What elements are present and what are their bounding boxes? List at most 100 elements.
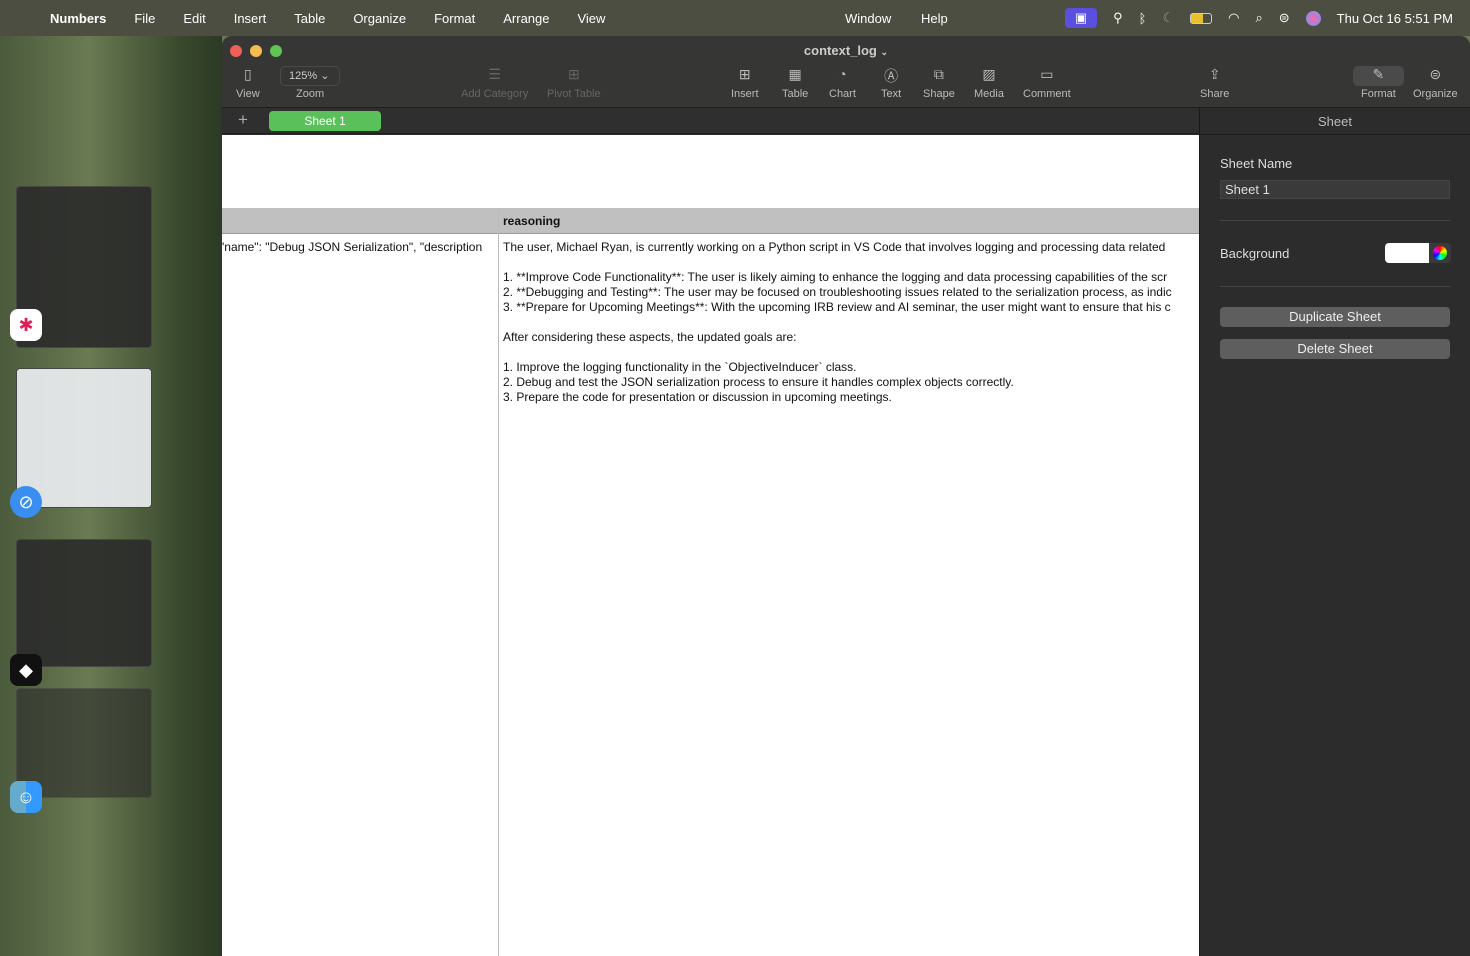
organize-button[interactable]: ⊜ Organize [1413, 66, 1458, 100]
insert-label: Insert [731, 88, 759, 100]
reasoning-line: 1. Improve the logging functionality in … [503, 360, 857, 374]
reasoning-line: 2. Debug and test the JSON serialization… [503, 375, 1014, 389]
media-label: Media [974, 88, 1004, 100]
add-category-button[interactable]: ☰ Add Category [461, 66, 528, 100]
title-text: context_log [803, 43, 877, 58]
header-reasoning[interactable]: reasoning [503, 214, 560, 228]
format-button[interactable]: ✎ Format [1353, 66, 1404, 100]
sidebar-icon: ▯ [243, 66, 252, 82]
reasoning-line: 2. **Debugging and Testing**: The user m… [503, 285, 1172, 299]
organize-icon: ⊜ [1429, 66, 1442, 82]
list-icon: ☰ [488, 66, 501, 82]
reasoning-line: 3. **Prepare for Upcoming Meetings**: Wi… [503, 300, 1171, 314]
insert-icon: ⊞ [738, 66, 751, 82]
app-icon[interactable]: ◆ [10, 654, 42, 686]
sheet-tabs-bar: + Sheet 1 [222, 108, 1199, 134]
search-icon[interactable]: ⌕ [1255, 10, 1262, 26]
zoom-label: Zoom [296, 88, 324, 100]
control-center-icon[interactable]: ⊜ [1279, 10, 1290, 26]
table-icon: ▦ [788, 66, 802, 82]
add-category-label: Add Category [461, 88, 529, 100]
menu-window[interactable]: Window [831, 11, 905, 26]
zoom-select[interactable]: 125% ⌄ [280, 66, 340, 86]
menu-insert[interactable]: Insert [220, 11, 281, 26]
panel-title[interactable]: Sheet [1200, 108, 1470, 135]
background-label: Background [1220, 246, 1290, 261]
menu-arrange[interactable]: Arrange [489, 11, 563, 26]
screen-share-icon[interactable]: ▣ [1064, 8, 1098, 28]
format-label: Format [1361, 88, 1396, 100]
reasoning-line: After considering these aspects, the upd… [503, 330, 797, 344]
menu-view[interactable]: View [563, 11, 619, 26]
divider [1220, 220, 1450, 221]
slack-icon[interactable]: ✱ [10, 309, 42, 341]
shape-button[interactable]: ⧉ Shape [923, 66, 955, 100]
divider [1220, 286, 1450, 287]
delete-sheet-button[interactable]: Delete Sheet [1220, 339, 1450, 359]
add-sheet-button[interactable]: + [238, 110, 248, 130]
table-header-row: reasoning [222, 208, 1199, 234]
share-icon: ⇪ [1208, 66, 1221, 82]
wifi-icon[interactable]: ◠ [1228, 10, 1239, 26]
organize-label: Organize [1413, 88, 1458, 100]
column-divider [498, 208, 499, 956]
battery-icon[interactable] [1190, 12, 1213, 24]
sheet-canvas[interactable]: reasoning 'name": "Debug JSON Serializat… [222, 135, 1199, 956]
menu-organize[interactable]: Organize [339, 11, 420, 26]
color-wheel-icon[interactable] [1429, 243, 1451, 263]
pivot-table-button[interactable]: ⊞ Pivot Table [547, 66, 601, 100]
reasoning-line [503, 315, 1199, 330]
comment-button[interactable]: ▭ Comment [1023, 66, 1071, 100]
desktop-background: ✱ ⊘ ◆ ☺ [0, 36, 222, 956]
menu-app[interactable]: Numbers [36, 11, 120, 26]
clock[interactable]: Thu Oct 16 5:51 PM [1337, 11, 1453, 26]
reasoning-line [503, 255, 1199, 270]
comment-label: Comment [1023, 88, 1071, 100]
duplicate-sheet-button[interactable]: Duplicate Sheet [1220, 307, 1450, 327]
safari-icon[interactable]: ⊘ [10, 486, 42, 518]
menu-file[interactable]: File [120, 11, 169, 26]
share-button[interactable]: ⇪ Share [1200, 66, 1229, 100]
sheet-name-label: Sheet Name [1220, 156, 1293, 171]
window-thumbnail[interactable] [16, 539, 152, 667]
tab-sheet-1[interactable]: Sheet 1 [269, 111, 381, 131]
menu-help[interactable]: Help [907, 11, 962, 26]
menu-edit[interactable]: Edit [169, 11, 219, 26]
reasoning-line [503, 345, 1199, 360]
reasoning-line: 3. Prepare the code for presentation or … [503, 390, 892, 404]
table-button[interactable]: ▦ Table [782, 66, 808, 100]
insert-button[interactable]: ⊞ Insert [731, 66, 759, 100]
format-sidebar: Sheet Sheet Name Sheet 1 Background Dupl… [1199, 108, 1470, 956]
siri-icon[interactable] [1305, 10, 1321, 26]
airpods-icon[interactable]: ⚲ [1113, 10, 1123, 26]
document-title[interactable]: context_log ⌄ [222, 43, 1470, 58]
pivot-table-label: Pivot Table [547, 88, 601, 100]
chevron-down-icon: ⌄ [880, 47, 889, 57]
window-thumbnail[interactable] [16, 368, 152, 508]
focus-moon-icon[interactable]: ☾ [1162, 10, 1174, 26]
background-color-well[interactable] [1385, 243, 1429, 263]
chart-icon: ◔ [838, 66, 847, 82]
sheet-name-input[interactable]: Sheet 1 [1220, 180, 1450, 199]
paintbrush-icon: ✎ [1372, 66, 1385, 82]
reasoning-cell[interactable]: The user, Michael Ryan, is currently wor… [503, 240, 1199, 405]
zoom-label-text: Zoom [296, 88, 325, 100]
chart-button[interactable]: ◔ Chart [829, 66, 856, 100]
menu-table[interactable]: Table [280, 11, 339, 26]
text-icon: Ⓐ [884, 68, 899, 84]
media-button[interactable]: ▨ Media [974, 66, 1004, 100]
view-button[interactable]: ▯ View [236, 66, 260, 100]
share-label: Share [1200, 88, 1230, 100]
menu-format[interactable]: Format [420, 11, 489, 26]
table-cell[interactable]: 'name": "Debug JSON Serialization", "des… [222, 240, 498, 254]
shape-icon: ⧉ [933, 66, 944, 82]
finder-icon[interactable]: ☺ [10, 781, 42, 813]
shape-label: Shape [923, 88, 955, 100]
chart-label: Chart [829, 88, 856, 100]
zoom-value: 125% [289, 70, 318, 82]
numbers-window: context_log ⌄ ▯ View 125% ⌄ Zoom ☰ Add Cat… [222, 36, 1470, 956]
pivot-icon: ⊞ [567, 66, 580, 82]
reasoning-line: The user, Michael Ryan, is currently wor… [503, 240, 1166, 254]
bluetooth-icon[interactable]: ᛒ [1139, 11, 1147, 26]
text-button[interactable]: Ⓐ Text [881, 66, 901, 100]
